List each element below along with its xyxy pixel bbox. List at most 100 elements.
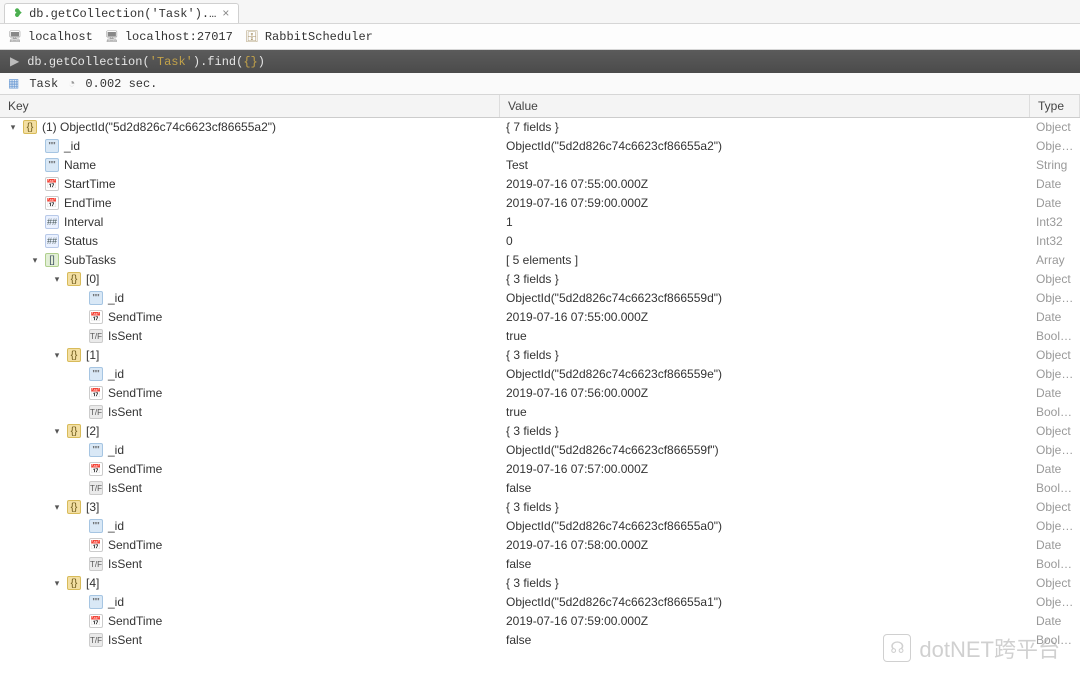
tree-row[interactable]: ▾{}[3]{ 3 fields }Object [0,498,1080,517]
tree-row[interactable]: ▸""_idObjectId("5d2d826c74c6623cf866559f… [0,441,1080,460]
row-value: 2019-07-16 07:59:00.000Z [500,196,1030,210]
row-key: SendTime [108,538,162,552]
tree-row[interactable]: ▸📅SendTime2019-07-16 07:57:00.000ZDate [0,460,1080,479]
row-type: Boolean [1030,481,1080,495]
row-type: Date [1030,462,1080,476]
expand-caret-icon[interactable]: ▾ [30,255,40,266]
txt-type-icon: "" [89,367,103,381]
row-type: Boolean [1030,405,1080,419]
obj-type-icon: {} [67,424,81,438]
row-type: Boolean [1030,557,1080,571]
expand-caret-icon[interactable]: ▾ [52,274,62,285]
column-headers: Key Value Type [0,95,1080,118]
grid-icon[interactable]: ▦ [8,76,19,91]
expand-caret-icon[interactable]: ▾ [52,578,62,589]
date-type-icon: 📅 [89,310,103,324]
tree-row[interactable]: ▸T/FIsSentfalseBoolean [0,479,1080,498]
date-type-icon: 📅 [45,177,59,191]
row-key: IsSent [108,557,142,571]
row-value: 2019-07-16 07:56:00.000Z [500,386,1030,400]
col-type[interactable]: Type [1030,95,1080,117]
breadcrumb-hostport[interactable]: 🖥 localhost:27017 [105,30,233,44]
row-value: 2019-07-16 07:55:00.000Z [500,177,1030,191]
col-value[interactable]: Value [500,95,1030,117]
tree-row[interactable]: ▸##Interval1Int32 [0,213,1080,232]
obj-type-icon: {} [67,272,81,286]
breadcrumb-hostport-label: localhost:27017 [125,30,233,44]
run-icon[interactable]: ▶ [10,54,19,69]
row-type: ObjectId [1030,291,1080,305]
tree-row[interactable]: ▸📅SendTime2019-07-16 07:58:00.000ZDate [0,536,1080,555]
tree-row[interactable]: ▸""_idObjectId("5d2d826c74c6623cf866559e… [0,365,1080,384]
row-value: Test [500,158,1030,172]
query-braces: {} [243,55,257,69]
tree-row[interactable]: ▸📅SendTime2019-07-16 07:55:00.000ZDate [0,308,1080,327]
row-key: Name [64,158,96,172]
row-value: ObjectId("5d2d826c74c6623cf86655a2") [500,139,1030,153]
tree-row[interactable]: ▾{}(1) ObjectId("5d2d826c74c6623cf86655a… [0,118,1080,137]
tree-row[interactable]: ▸""_idObjectId("5d2d826c74c6623cf86655a2… [0,137,1080,156]
query-end: ) [258,55,265,69]
txt-type-icon: "" [45,139,59,153]
row-type: Date [1030,177,1080,191]
tree-row[interactable]: ▸T/FIsSentfalseBoolean [0,631,1080,650]
row-value: { 7 fields } [500,120,1030,134]
row-type: Array [1030,253,1080,267]
date-type-icon: 📅 [89,538,103,552]
int-type-icon: ## [45,234,59,248]
tree-row[interactable]: ▸📅StartTime2019-07-16 07:55:00.000ZDate [0,175,1080,194]
tree-row[interactable]: ▾{}[1]{ 3 fields }Object [0,346,1080,365]
query-bar[interactable]: ▶ db. getCollection( 'Task' ).find( {} ) [0,50,1080,73]
tree-row[interactable]: ▾{}[4]{ 3 fields }Object [0,574,1080,593]
row-type: Object [1030,272,1080,286]
row-key: Interval [64,215,103,229]
row-type: Date [1030,310,1080,324]
breadcrumb-db[interactable]: 🗄 RabbitScheduler [245,30,373,44]
tree-row[interactable]: ▸""_idObjectId("5d2d826c74c6623cf86655a0… [0,517,1080,536]
tree-row[interactable]: ▸📅EndTime2019-07-16 07:59:00.000ZDate [0,194,1080,213]
query-after: ).find( [193,55,243,69]
row-type: Int32 [1030,215,1080,229]
tree-row[interactable]: ▸📅SendTime2019-07-16 07:59:00.000ZDate [0,612,1080,631]
row-type: Date [1030,614,1080,628]
arr-type-icon: [] [45,253,59,267]
tree-row[interactable]: ▸""_idObjectId("5d2d826c74c6623cf86655a1… [0,593,1080,612]
tree-row[interactable]: ▸T/FIsSenttrueBoolean [0,327,1080,346]
row-value: { 3 fields } [500,500,1030,514]
clock-icon: ◔ [68,77,75,91]
tree-row[interactable]: ▸T/FIsSentfalseBoolean [0,555,1080,574]
breadcrumb-host[interactable]: 🖥 localhost [8,30,93,44]
row-type: String [1030,158,1080,172]
tree-row[interactable]: ▸""_idObjectId("5d2d826c74c6623cf866559d… [0,289,1080,308]
close-icon[interactable]: × [222,7,229,21]
row-key: SendTime [108,614,162,628]
row-key: IsSent [108,405,142,419]
row-key: _id [108,595,124,609]
tree-row[interactable]: ▸##Status0Int32 [0,232,1080,251]
row-value: 2019-07-16 07:55:00.000Z [500,310,1030,324]
txt-type-icon: "" [89,291,103,305]
tree-row[interactable]: ▸T/FIsSenttrueBoolean [0,403,1080,422]
row-key: [2] [86,424,99,438]
expand-caret-icon[interactable]: ▾ [52,502,62,513]
tree-row[interactable]: ▾{}[2]{ 3 fields }Object [0,422,1080,441]
row-value: 1 [500,215,1030,229]
row-key: _id [108,443,124,457]
row-type: ObjectId [1030,443,1080,457]
editor-tab[interactable]: ❥ db.getCollection('Task').… × [4,3,239,23]
tree-row[interactable]: ▾[]SubTasks[ 5 elements ]Array [0,251,1080,270]
tree-row[interactable]: ▸""NameTestString [0,156,1080,175]
row-value: false [500,633,1030,647]
row-value: ObjectId("5d2d826c74c6623cf86655a0") [500,519,1030,533]
col-key[interactable]: Key [0,95,500,117]
date-type-icon: 📅 [89,614,103,628]
expand-caret-icon[interactable]: ▾ [52,350,62,361]
row-key: [3] [86,500,99,514]
expand-caret-icon[interactable]: ▾ [8,122,18,133]
row-type: Date [1030,538,1080,552]
result-tree[interactable]: ▾{}(1) ObjectId("5d2d826c74c6623cf86655a… [0,118,1080,678]
expand-caret-icon[interactable]: ▾ [52,426,62,437]
row-value: [ 5 elements ] [500,253,1030,267]
tree-row[interactable]: ▾{}[0]{ 3 fields }Object [0,270,1080,289]
tree-row[interactable]: ▸📅SendTime2019-07-16 07:56:00.000ZDate [0,384,1080,403]
